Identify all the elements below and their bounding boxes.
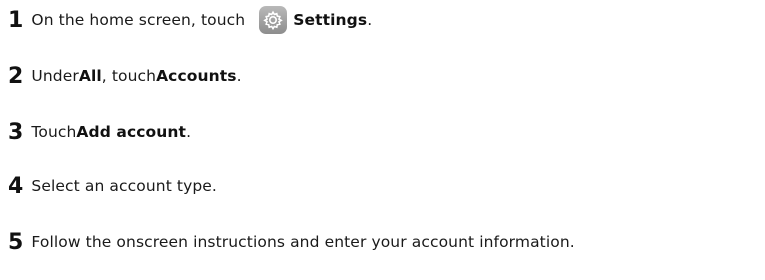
step-3: 3 Touch Add account .	[8, 115, 191, 149]
step-text-end: .	[367, 11, 373, 29]
step-4: 4 Select an account type.	[8, 169, 217, 203]
step-2: 2 Under All , touch Accounts .	[8, 59, 242, 93]
step-number: 4	[8, 173, 24, 199]
step-text-middle: , touch	[101, 67, 157, 85]
step-number: 2	[8, 63, 24, 89]
step-text-end: .	[186, 123, 192, 141]
accounts-label: Accounts	[156, 67, 237, 85]
step-number: 1	[8, 7, 24, 33]
step-text: Follow the onscreen instructions and ent…	[31, 233, 575, 251]
settings-label: Settings	[293, 11, 368, 29]
step-5: 5 Follow the onscreen instructions and e…	[8, 225, 575, 259]
step-text: Touch	[31, 123, 77, 141]
step-text: Under	[31, 67, 79, 85]
step-number: 5	[8, 229, 24, 255]
step-text: Select an account type.	[31, 177, 217, 195]
settings-gear-icon	[259, 6, 288, 34]
step-1: 1 On the home screen, touch Settings .	[8, 3, 372, 37]
step-number: 3	[8, 119, 24, 145]
add-account-label: Add account	[76, 123, 187, 141]
all-label: All	[78, 67, 102, 85]
step-text-end: .	[236, 67, 242, 85]
step-text: On the home screen, touch	[31, 11, 246, 29]
